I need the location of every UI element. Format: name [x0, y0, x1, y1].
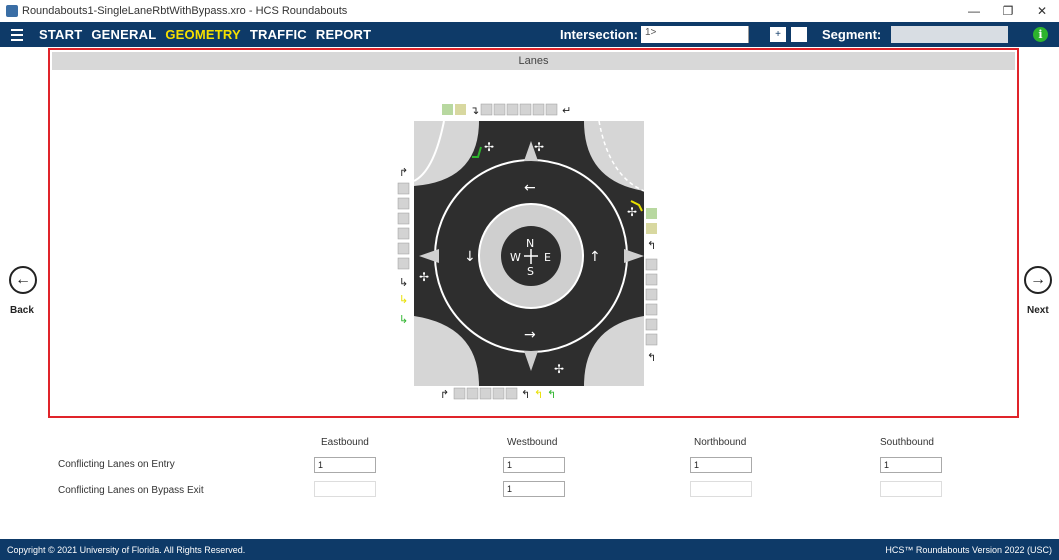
svg-text:↱: ↱ [440, 389, 449, 401]
svg-text:✢: ✢ [484, 140, 494, 154]
window-titlebar: Roundabouts1-SingleLaneRbtWithBypass.xro… [0, 0, 1059, 22]
svg-text:↰: ↰ [647, 352, 656, 364]
svg-text:↰: ↰ [647, 240, 656, 252]
compass-n: N [526, 237, 534, 250]
footer: Copyright © 2021 University of Florida. … [0, 539, 1059, 560]
svg-text:←: ← [524, 180, 536, 196]
back-label[interactable]: Back [10, 305, 34, 316]
westbound-entry-input[interactable] [503, 457, 565, 473]
row-label-bypass-exit: Conflicting Lanes on Bypass Exit [58, 485, 204, 496]
maximize-button[interactable]: ❐ [991, 0, 1025, 22]
svg-text:✢: ✢ [627, 205, 637, 219]
app-icon [6, 5, 18, 17]
add-intersection-button[interactable]: + [769, 26, 787, 43]
close-button[interactable]: ✕ [1025, 0, 1059, 22]
northbound-bypass-input [690, 481, 752, 497]
northbound-entry-input[interactable] [690, 457, 752, 473]
window-controls: — ❐ ✕ [957, 0, 1059, 22]
svg-text:↰: ↰ [521, 389, 530, 401]
right-lane-icons[interactable]: ↰ ↰ [645, 208, 658, 364]
menu-traffic[interactable]: TRAFFIC [250, 27, 307, 42]
copyright-text: Copyright © 2021 University of Florida. … [7, 544, 246, 555]
version-text: HCS™ Roundabouts Version 2022 (USC) [885, 544, 1052, 555]
roundabout-diagram: ↴ ↵ ← → ↓ ↑ N W E S ✢ ✢ ✢ ✢ ✢ ↱ ↳ ↳ ↳ ↰ … [397, 103, 658, 401]
top-lane-icons[interactable]: ↴ ↵ [442, 103, 571, 117]
svg-text:↳: ↳ [399, 314, 408, 326]
lanes-panel: Lanes ↴ ↵ ← → ↓ ↑ N W E S ✢ ✢ ✢ ✢ ✢ ↱ ↳ … [48, 48, 1019, 418]
svg-text:→: → [524, 327, 536, 343]
svg-text:↴: ↴ [470, 104, 479, 117]
menu-start[interactable]: START [39, 27, 82, 42]
svg-text:↳: ↳ [399, 277, 408, 289]
intersection-dropdown[interactable]: 1> [641, 26, 753, 43]
compass-s: S [527, 265, 534, 278]
compass-w: W [510, 251, 521, 264]
svg-text:↑: ↑ [589, 249, 601, 265]
row-label-entry: Conflicting Lanes on Entry [58, 459, 175, 470]
svg-text:✢: ✢ [419, 270, 429, 284]
svg-text:✢: ✢ [554, 362, 564, 376]
lanes-panel-title: Lanes [52, 52, 1015, 70]
info-icon[interactable]: i [1033, 27, 1048, 42]
svg-text:↰: ↰ [547, 389, 556, 401]
southbound-entry-input[interactable] [880, 457, 942, 473]
menu-general[interactable]: GENERAL [91, 27, 156, 42]
next-label[interactable]: Next [1027, 305, 1049, 316]
svg-text:✢: ✢ [534, 140, 544, 154]
svg-text:↳: ↳ [399, 294, 408, 306]
intersection-label: Intersection: [560, 27, 639, 42]
next-arrow-icon[interactable]: → [1024, 266, 1052, 294]
column-northbound: Northbound [694, 437, 747, 448]
window-title: Roundabouts1-SingleLaneRbtWithBypass.xro… [22, 5, 348, 17]
bottom-lane-icons[interactable]: ↱ ↰ ↰ ↰ [440, 387, 556, 401]
column-southbound: Southbound [880, 437, 934, 448]
menu-geometry[interactable]: GEOMETRY [165, 27, 241, 42]
back-arrow-icon[interactable]: ← [9, 266, 37, 294]
westbound-bypass-input[interactable] [503, 481, 565, 497]
main-menubar: START GENERAL GEOMETRY TRAFFIC REPORT In… [0, 22, 1059, 47]
svg-text:↵: ↵ [562, 104, 571, 117]
segment-label: Segment: [822, 27, 882, 42]
compass-e: E [544, 251, 551, 264]
left-lane-icons[interactable]: ↱ ↳ ↳ ↳ [397, 167, 410, 326]
eastbound-entry-input[interactable] [314, 457, 376, 473]
conflicting-lanes-table: Eastbound Westbound Northbound Southboun… [0, 430, 1059, 530]
column-westbound: Westbound [507, 437, 558, 448]
menu-report[interactable]: REPORT [316, 27, 371, 42]
minimize-button[interactable]: — [957, 0, 991, 22]
intersection-options-button[interactable] [790, 26, 808, 43]
eastbound-bypass-input [314, 481, 376, 497]
segment-dropdown[interactable] [891, 26, 1008, 43]
svg-text:↓: ↓ [464, 249, 476, 265]
dropdown-arrow-icon [748, 26, 753, 43]
column-eastbound: Eastbound [321, 437, 369, 448]
svg-text:↱: ↱ [399, 167, 408, 179]
intersection-value: 1> [645, 27, 657, 38]
southbound-bypass-input [880, 481, 942, 497]
svg-text:↰: ↰ [534, 389, 543, 401]
hamburger-menu-icon[interactable] [4, 22, 30, 47]
